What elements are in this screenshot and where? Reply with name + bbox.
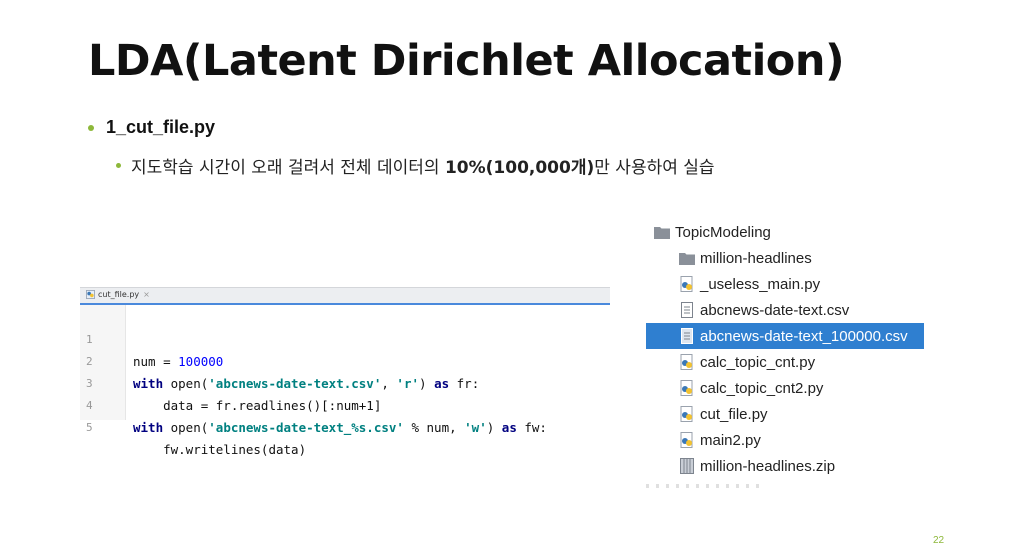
tree-item-abcnews-csv[interactable]: abcnews-date-text.csv [679,297,919,323]
tree-item-million-headlines[interactable]: million-headlines [679,245,879,271]
python-file-icon [679,354,695,370]
tree-item-main2[interactable]: main2.py [679,427,879,453]
code-text: fw.writelines(data) [133,442,307,457]
tree-item-label: main2.py [700,431,761,449]
editor-tab-label: cut_file.py [98,290,140,299]
bullet-2-emphasis: 10%(100,000개) [444,158,595,178]
code-token: fw: [516,420,547,435]
bullet-dot [88,124,94,131]
bullet-dot [116,163,121,168]
tree-item-label: _useless_main.py [700,275,821,293]
code-string: 'w' [464,420,487,435]
line-number: 5 [86,421,93,434]
code-keyword: as [501,420,517,435]
bullet-2-text: 지도학습 시간이 오래 걸려서 전체 데이터의 10%(100,000개)만 사… [131,153,715,178]
tree-item-million-headlines-zip[interactable]: million-headlines.zip [679,453,899,479]
code-token: open( [163,420,209,435]
tree-item-topicmodeling[interactable]: TopicModeling [654,219,854,245]
tree-item-abcnews-100000-csv[interactable]: abcnews-date-text_100000.csv [646,323,924,349]
editor-tab-bar: cut_file.py × [80,287,610,305]
tree-item-cut-file[interactable]: cut_file.py [679,401,879,427]
folder-icon [679,250,695,266]
screenshot-crop-edge [646,484,766,488]
code-text: with open('abcnews-date-text_%s.csv' % n… [133,417,547,439]
bullet-1-text: 1_cut_file.py [106,117,216,137]
code-line: 4 with open('abcnews-date-text_%s.csv' %… [80,373,610,435]
slide-title: LDA(Latent Dirichlet Allocation) [88,36,845,86]
page-number: 22 [933,535,945,546]
tree-item-calc-topic-cnt[interactable]: calc_topic_cnt.py [679,349,879,375]
archive-icon [679,458,695,474]
tree-item-label: calc_topic_cnt2.py [700,379,824,397]
python-file-icon [679,406,695,422]
code-line: 1 num = 100000 [80,307,610,369]
code-editor: cut_file.py × 1 num = 100000 2 with open… [80,287,610,457]
python-file-icon [679,432,695,448]
folder-icon [654,224,670,240]
code-token: ) [486,420,502,435]
tree-item-label: abcnews-date-text_100000.csv [700,327,908,345]
code-string: 'abcnews-date-text_%s.csv' [208,420,404,435]
tree-item-label: cut_file.py [700,405,768,423]
editor-body[interactable]: 1 num = 100000 2 with open('abcnews-date… [80,305,610,457]
bullet-2-suffix: 만 사용하여 실습 [594,158,715,178]
python-file-icon [86,290,95,299]
code-line: 3 data = fr.readlines()[:num+1] [80,351,610,413]
tree-item-label: million-headlines.zip [700,457,836,475]
tree-item-label: TopicModeling [675,223,771,241]
bullet-level-1: 1_cut_file.py [88,117,215,138]
editor-tab-cut-file[interactable]: cut_file.py × [86,290,150,299]
tree-item-useless-main[interactable]: _useless_main.py [679,271,879,297]
code-keyword: with [133,420,164,435]
project-tree: TopicModeling million-headlines _useless… [646,219,926,489]
python-file-icon [679,380,695,396]
close-icon[interactable]: × [143,290,150,299]
tree-item-label: abcnews-date-text.csv [700,301,850,319]
tree-item-calc-topic-cnt2[interactable]: calc_topic_cnt2.py [679,375,879,401]
text-file-icon [679,302,695,318]
code-line: 2 with open('abcnews-date-text.csv', 'r'… [80,329,610,391]
bullet-level-2: 지도학습 시간이 오래 걸려서 전체 데이터의 10%(100,000개)만 사… [116,153,715,178]
tree-item-label: calc_topic_cnt.py [700,353,816,371]
tree-item-label: million-headlines [700,249,812,267]
code-line: 5 fw.writelines(data) [80,395,610,457]
code-token: % num, [403,420,465,435]
python-file-icon [679,276,695,292]
text-file-icon [679,328,695,344]
bullet-2-prefix: 지도학습 시간이 오래 걸려서 전체 데이터의 [131,158,445,178]
